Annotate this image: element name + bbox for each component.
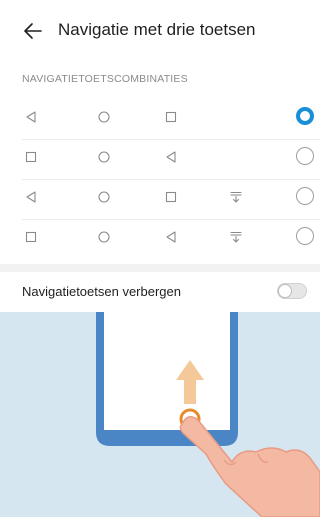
arrow-left-icon[interactable] (22, 20, 44, 42)
switch-knob (278, 284, 292, 298)
recent-square-icon (22, 228, 40, 246)
combination-radio[interactable] (296, 227, 314, 245)
hide-keys-row[interactable]: Navigatietoetsen verbergen (0, 272, 320, 312)
recent-square-icon (162, 108, 180, 126)
app-bar: Navigatie met drie toetsen (0, 0, 320, 62)
combination-radio[interactable] (296, 187, 314, 205)
back-triangle-icon (22, 108, 40, 126)
home-circle-icon (95, 148, 113, 166)
home-circle-icon (95, 188, 113, 206)
home-circle-icon (95, 228, 113, 246)
back-triangle-icon (162, 148, 180, 166)
combination-row[interactable] (22, 220, 320, 260)
recent-square-icon (162, 188, 180, 206)
notification-pulldown-icon (227, 228, 245, 246)
hide-keys-label: Navigatietoetsen verbergen (22, 284, 181, 299)
home-circle-icon (95, 108, 113, 126)
combination-radio[interactable] (296, 147, 314, 165)
combination-row[interactable] (22, 180, 320, 220)
combination-row[interactable] (22, 100, 320, 140)
section-divider (0, 264, 320, 272)
section-header: NAVIGATIETOETSCOMBINATIES (22, 73, 188, 85)
back-triangle-icon (22, 188, 40, 206)
notification-pulldown-icon (227, 188, 245, 206)
finger-hand-icon (179, 416, 320, 518)
back-triangle-icon (162, 228, 180, 246)
page-title: Navigatie met drie toetsen (58, 20, 256, 39)
gesture-illustration (0, 312, 320, 518)
combination-radio[interactable] (296, 107, 314, 125)
gesture-illustration-graphic (96, 312, 320, 518)
recent-square-icon (22, 148, 40, 166)
phone-screen (104, 312, 230, 430)
hide-keys-switch[interactable] (277, 283, 307, 299)
combination-row[interactable] (22, 140, 320, 180)
